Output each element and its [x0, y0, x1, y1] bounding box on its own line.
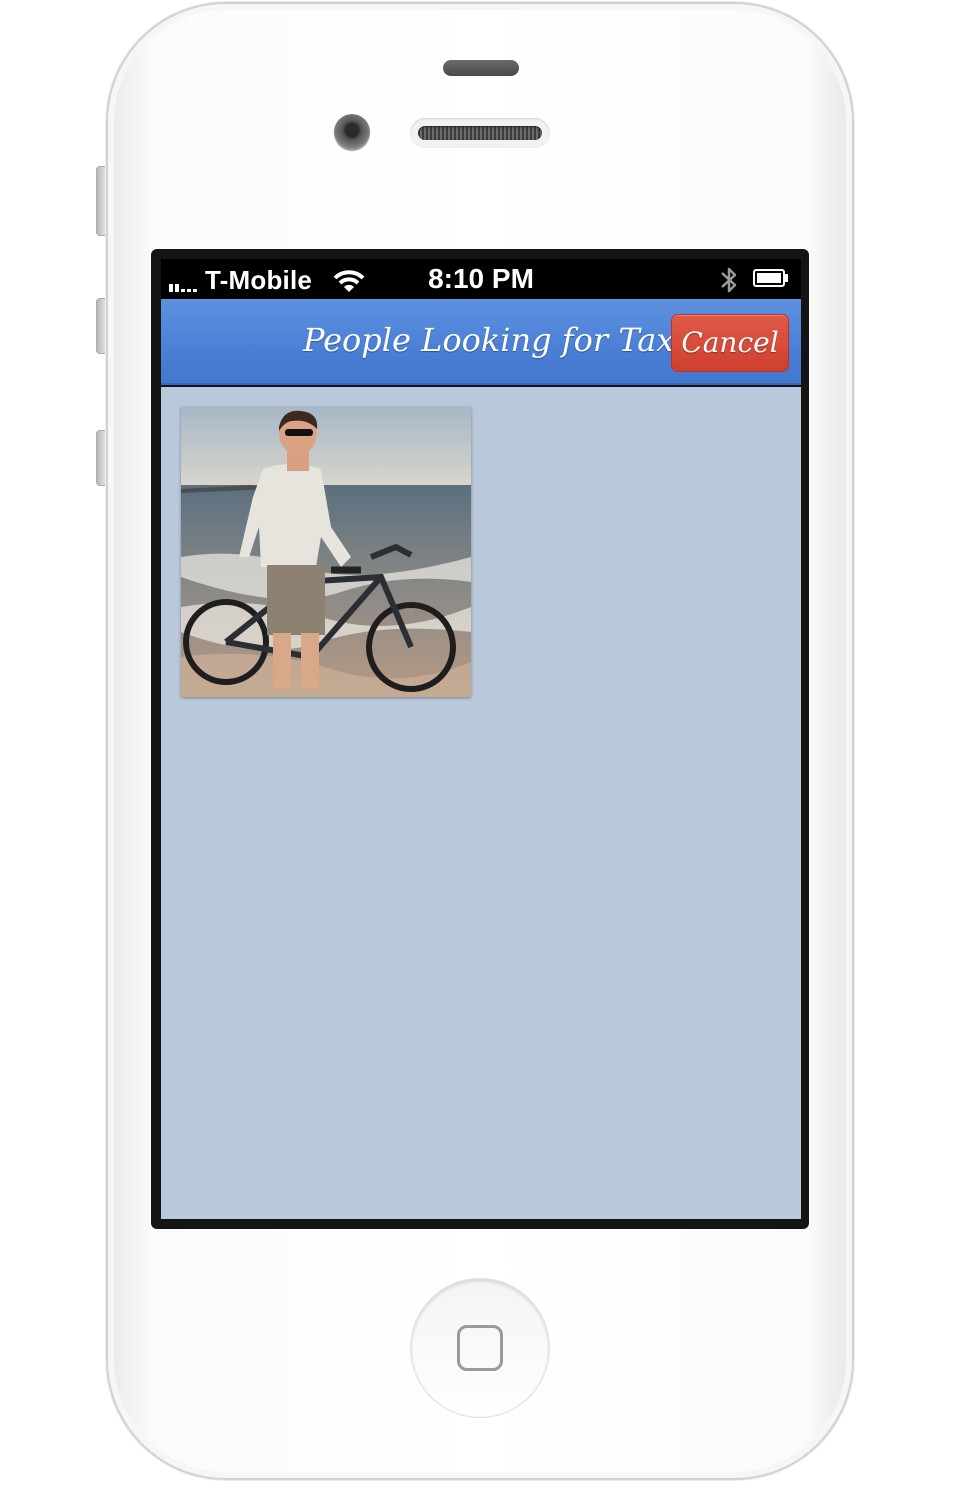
photo-image [181, 407, 471, 697]
status-bar: T-Mobile 8:10 PM [161, 259, 801, 299]
status-time: 8:10 PM [428, 263, 534, 294]
battery-icon [753, 269, 788, 287]
home-square-icon [457, 1325, 503, 1371]
front-camera [334, 114, 370, 150]
earpiece-speaker [410, 118, 550, 148]
page-title: People Looking for Taxis [302, 321, 701, 359]
cancel-button[interactable]: Cancel [671, 314, 789, 372]
content-area [161, 387, 801, 1219]
navigation-bar: People Looking for Taxis Cancel [161, 299, 801, 385]
home-button[interactable] [410, 1278, 550, 1418]
top-sensor [443, 60, 519, 76]
person-photo[interactable] [181, 407, 471, 697]
earpiece-grill [418, 126, 542, 140]
bluetooth-icon [721, 267, 737, 293]
